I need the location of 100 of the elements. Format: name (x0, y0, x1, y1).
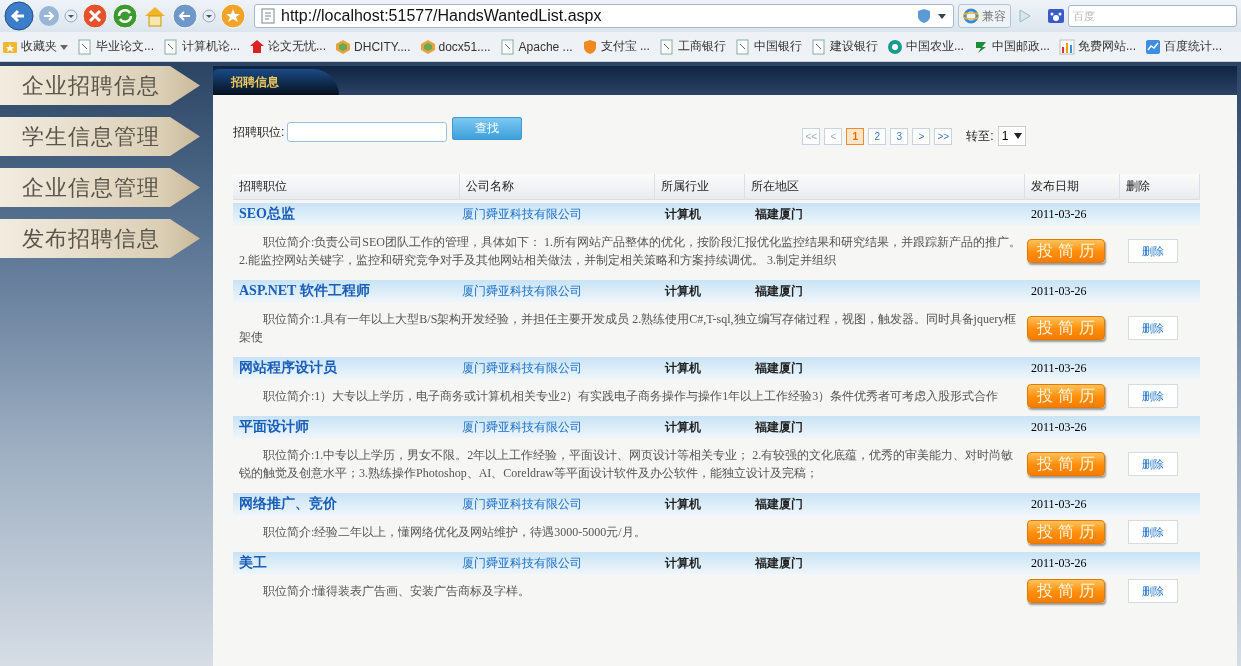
hexagon-icon (419, 38, 436, 55)
company-link[interactable]: 厦门舜亚科技有限公司 (460, 555, 582, 570)
page-icon (658, 38, 675, 55)
refresh-icon[interactable] (112, 3, 138, 29)
favorites-button[interactable]: 收藏夹 (2, 38, 68, 55)
compatibility-button[interactable]: 兼容 (958, 4, 1011, 28)
company-link[interactable]: 厦门舜亚科技有限公司 (460, 496, 582, 511)
job-title-link[interactable]: SEO总监 (233, 206, 295, 221)
dropdown-icon[interactable] (64, 9, 78, 23)
bookmark-link[interactable]: 建设银行 (810, 38, 878, 55)
job-title-link[interactable]: 网络推广、竞价 (233, 496, 337, 511)
industry-cell-text: 计算机 (663, 419, 701, 434)
date-cell-text: 2011-03-26 (1030, 496, 1087, 511)
date-cell-text: 2011-03-26 (1030, 206, 1087, 221)
job-summary: 职位简介:1.中专以上学历，男女不限。2年以上工作经验，平面设计、网页设计等相关专业； 2.有较强的文化底蕴，优秀的审美能力、对时尚敏锐的触觉及创意水平；3.熟练操作Photoshop、AI、Coreldraw等平面设计软件及办公软件，能独立设计及完稿； (238, 447, 1015, 482)
job-summary: 职位简介:懂得装表广告画、安装广告商标及字样。 (262, 583, 532, 600)
date-cell-text: 2011-03-26 (1030, 360, 1087, 375)
page-icon (163, 38, 179, 55)
bookmark-link[interactable]: 中国邮政... (972, 38, 1050, 55)
dropdown-icon[interactable] (937, 11, 947, 21)
bookmark-link[interactable]: 中国农业... (886, 38, 964, 55)
page-icon (261, 8, 275, 24)
address-bar[interactable]: http://localhost:51577/HandsWantedList.aspx (254, 4, 954, 28)
search-label: 招聘职位: (233, 123, 285, 141)
job-summary: 职位简介:1.具有一年以上大型B/S架构开发经验，并担任主要开发成员 2.熟练使用C#,T-sql,独立编写存储过程，视图，触发器。同时具备jquery框架使 (238, 311, 1018, 346)
industry-cell-text: 计算机 (663, 555, 701, 570)
delete-button[interactable]: 删除 (1128, 239, 1178, 263)
delete-button[interactable]: 删除 (1128, 452, 1178, 476)
company-link[interactable]: 厦门舜亚科技有限公司 (460, 206, 582, 221)
goto-label: 转至: (966, 127, 994, 145)
industry-cell-text: 计算机 (663, 496, 701, 511)
delete-button[interactable]: 删除 (1128, 316, 1178, 340)
column-header: 公司名称 (460, 174, 655, 200)
location-cell-text: 福建厦门 (754, 206, 803, 221)
bookmark-link[interactable]: 毕业论文... (77, 38, 154, 55)
date-cell-text: 2011-03-26 (1030, 555, 1087, 570)
stop-icon[interactable] (82, 3, 108, 29)
page-select[interactable]: 1 (997, 126, 1027, 146)
job-title-link[interactable]: ASP.NET 软件工程师 (233, 283, 370, 298)
date-cell-text: 2011-03-26 (1030, 283, 1087, 298)
page-icon (810, 38, 827, 55)
location-cell-text: 福建厦门 (754, 419, 803, 434)
location-cell-text: 福建厦门 (754, 496, 803, 511)
last-page-button[interactable]: >> (934, 127, 953, 145)
job-summary: 职位简介:负责公司SEO团队工作的管理，具体如下： 1.所有网站产品整体的优化，按阶段汇报优化监控结果和研究结果，并跟踪新产品的推广。 2.能监控网站关键字，监控和研究竞争对手及其他网站相关做法，并制定相关策略和方案持续调优。 3.制定并组织 (238, 234, 1022, 269)
bookmark-link[interactable]: 支付宝 ... (581, 38, 650, 55)
location-cell-text: 福建厦门 (754, 360, 803, 375)
next-page-button[interactable]: > (912, 127, 931, 145)
location-cell-text: 福建厦门 (754, 283, 803, 298)
industry-cell-text: 计算机 (663, 206, 701, 221)
bookmark-link[interactable]: 中国银行 (734, 38, 802, 55)
column-header: 所属行业 (655, 174, 745, 200)
bookmark-link[interactable]: DHCITY.... (335, 38, 411, 55)
back-button-icon[interactable] (4, 1, 34, 31)
bookmark-link[interactable]: 工商银行 (658, 38, 726, 55)
delete-button[interactable]: 删除 (1128, 579, 1178, 603)
bookmark-link[interactable]: 免费网站... (1058, 38, 1136, 55)
industry-cell-text: 计算机 (663, 360, 701, 375)
industry-cell-text: 计算机 (663, 283, 701, 298)
column-header: 删除 (1120, 174, 1200, 200)
bar-chart-icon (1058, 38, 1075, 55)
dropdown-icon[interactable] (1014, 133, 1023, 139)
job-summary: 职位简介:1）大专以上学历，电子商务或计算机相关专业2）有实践电子商务操作与操作1年以上工作经验3）条件优秀者可考虑入股形式合作 (262, 388, 1000, 405)
hexagon-icon (335, 38, 352, 55)
column-header: 招聘职位 (233, 174, 460, 200)
circle-logo-icon (886, 38, 903, 55)
job-title-link[interactable]: 网站程序设计员 (233, 360, 337, 375)
bookmark-link[interactable]: 计算机论... (163, 38, 241, 55)
page-icon (77, 38, 93, 55)
job-summary: 职位简介:经验二年以上，懂网络优化及网站维护，待遇3000-5000元/月。 (262, 524, 647, 541)
column-header: 所在地区 (745, 174, 1025, 200)
job-search-field[interactable] (287, 122, 448, 142)
company-link[interactable]: 厦门舜亚科技有限公司 (460, 360, 582, 375)
company-link[interactable]: 厦门舜亚科技有限公司 (460, 419, 582, 434)
page-number-button[interactable]: 3 (890, 127, 909, 145)
date-cell-text: 2011-03-26 (1030, 419, 1087, 434)
job-title-link[interactable]: 平面设计师 (233, 419, 309, 434)
search-field[interactable]: 百度 (1068, 5, 1237, 27)
line-chart-icon (1145, 38, 1161, 55)
sidebar-item[interactable]: 企业信息管理 (0, 168, 200, 207)
company-link[interactable]: 厦门舜亚科技有限公司 (460, 283, 582, 298)
bookmark-link[interactable]: Apache ... (499, 38, 573, 55)
bookmark-link[interactable]: 百度统计... (1145, 38, 1222, 55)
history-back-icon[interactable] (172, 3, 198, 29)
bookmark-link[interactable]: docx51.... (419, 38, 491, 55)
paw-icon[interactable] (1047, 8, 1065, 24)
job-title-link[interactable]: 美工 (233, 555, 267, 570)
shield-icon (581, 38, 598, 55)
page-number-button[interactable]: 2 (868, 127, 887, 145)
sidebar-item[interactable]: 学生信息管理 (0, 117, 200, 156)
column-header: 发布日期 (1025, 174, 1120, 200)
sidebar-item[interactable]: 企业招聘信息 (0, 66, 200, 105)
delete-button[interactable]: 删除 (1128, 520, 1178, 544)
bookmark-link[interactable]: 论文无忧... (249, 38, 327, 55)
delete-button[interactable]: 删除 (1128, 384, 1178, 408)
location-cell-text: 福建厦门 (754, 555, 803, 570)
dropdown-icon[interactable] (202, 9, 216, 23)
sidebar-item[interactable]: 发布招聘信息 (0, 219, 200, 258)
page-icon (734, 38, 751, 55)
dropdown-icon (60, 42, 68, 51)
